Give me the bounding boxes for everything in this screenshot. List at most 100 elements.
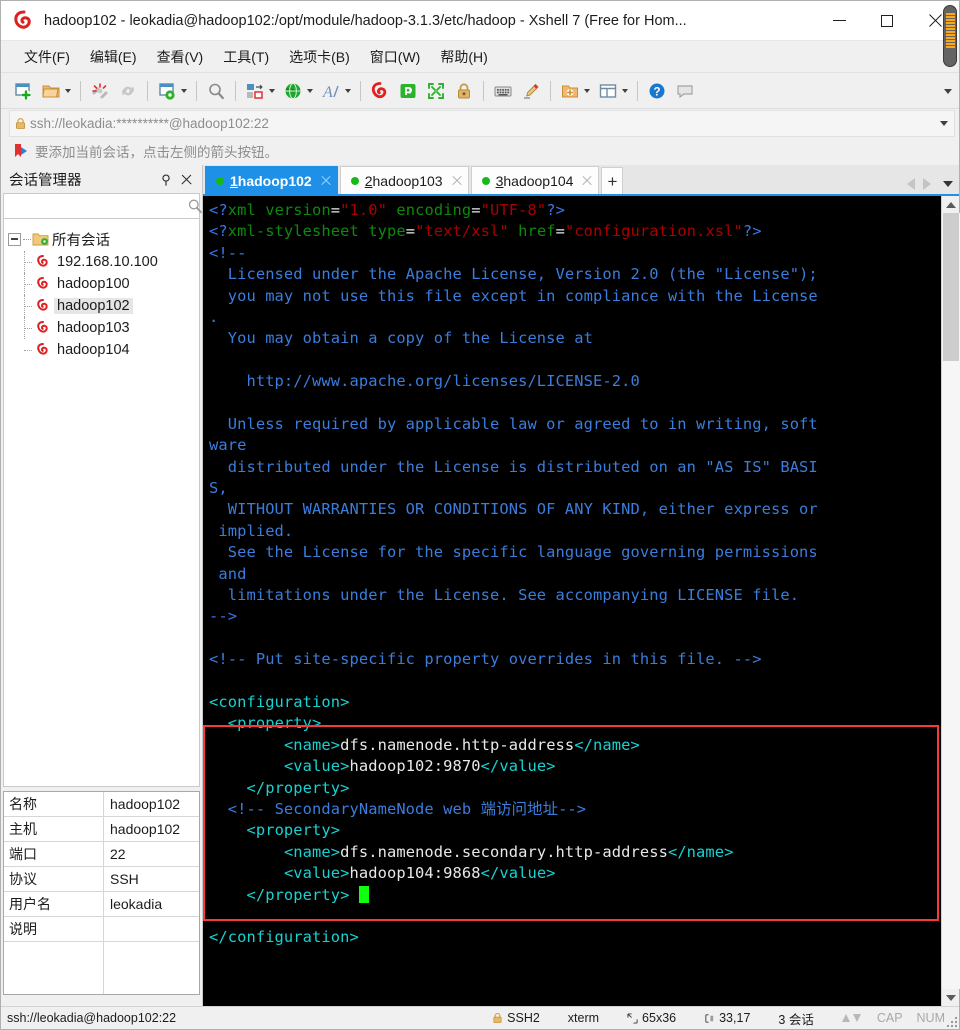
collapse-icon[interactable] [8, 232, 21, 246]
close-tab-icon[interactable] [452, 176, 462, 186]
terminal-screen[interactable]: <?xml version="1.0" encoding="UTF-8"?> <?… [203, 196, 941, 1006]
toolbar-disconnect[interactable] [86, 76, 114, 106]
chevron-down-icon[interactable] [267, 79, 277, 103]
toolbar-add-to-folder[interactable] [556, 76, 594, 106]
status-size: 65x36 [627, 1011, 676, 1025]
toolbar-find[interactable] [202, 76, 230, 106]
menu-tools[interactable]: 工具(T) [214, 43, 278, 71]
terminal-text: "text/xsl" [415, 222, 509, 241]
property-value: SSH [110, 871, 139, 887]
terminal-scrollbar[interactable] [941, 196, 960, 1006]
tab-hadoop103[interactable]: 2 hadoop103 [339, 166, 469, 194]
session-search-box[interactable] [3, 193, 203, 219]
table-row: 协议 SSH [4, 867, 199, 892]
status-caps-lock: CAP [876, 1011, 903, 1025]
toolbar-highlight[interactable] [517, 76, 545, 106]
maximize-button[interactable] [863, 1, 911, 41]
chevron-down-icon[interactable] [582, 79, 592, 103]
toolbar-session-properties[interactable] [153, 76, 191, 106]
session-item-0[interactable]: 192.168.10.100 [4, 251, 199, 273]
close-tab-icon[interactable] [321, 176, 331, 186]
chevron-down-icon[interactable] [934, 121, 954, 126]
scroll-down-icon[interactable] [942, 989, 960, 1006]
terminal-text: = [471, 201, 481, 219]
chevron-down-icon[interactable] [343, 79, 353, 103]
chevron-down-icon[interactable] [179, 79, 189, 103]
terminal-line: WITHOUT WARRANTIES OR CONDITIONS OF ANY … [209, 499, 941, 520]
search-icon[interactable] [187, 198, 203, 214]
menu-view[interactable]: 查看(V) [148, 43, 213, 71]
terminal-line: <name>dfs.namenode.http-address</name> [209, 735, 941, 756]
toolbar-transfer[interactable] [241, 76, 279, 106]
address-bar[interactable]: ssh://leokadia:**********@hadoop102:22 [9, 110, 955, 137]
tab-hadoop104[interactable]: 3 hadoop104 [470, 166, 600, 194]
scrollbar-thumb[interactable] [942, 213, 959, 361]
transfer-layout-icon [243, 79, 267, 103]
toolbar-split-layout[interactable] [594, 76, 632, 106]
session-icon [34, 276, 51, 293]
session-label: hadoop103 [57, 320, 130, 336]
toolbar-open-session[interactable] [37, 76, 75, 106]
chevron-down-icon[interactable] [63, 79, 73, 103]
address-value[interactable]: ssh://leokadia:**********@hadoop102:22 [30, 116, 934, 131]
session-icon [34, 298, 51, 315]
window-controls [815, 1, 959, 41]
terminal-line: ware [209, 435, 941, 456]
tab-prev-icon[interactable] [907, 178, 915, 190]
menu-window[interactable]: 窗口(W) [361, 43, 430, 71]
terminal-text: <value> [283, 757, 350, 776]
toolbar-help[interactable]: ? [643, 76, 671, 106]
menu-tab[interactable]: 选项卡(B) [280, 43, 359, 71]
session-item-3[interactable]: hadoop103 [4, 317, 199, 339]
session-item-1[interactable]: hadoop100 [4, 273, 199, 295]
session-item-4[interactable]: hadoop104 [4, 339, 199, 361]
resize-grip[interactable] [945, 1015, 957, 1027]
scroll-up-icon[interactable] [942, 196, 960, 213]
terminal-text: <name> [283, 735, 341, 754]
close-panel-button[interactable] [176, 169, 196, 189]
terminal-line: </property> [209, 885, 941, 906]
toolbar-xshell[interactable] [366, 76, 394, 106]
tree-root-all-sessions[interactable]: 所有会话 [4, 227, 199, 251]
terminal-text: hadoop102:9870 [349, 757, 481, 776]
toolbar-comment[interactable] [671, 76, 699, 106]
chevron-down-icon[interactable] [305, 79, 315, 103]
pin-panel-button[interactable]: ⚲ [156, 169, 176, 189]
toolbar-separator [550, 80, 551, 101]
toolbar-overflow-button[interactable] [941, 73, 955, 109]
new-tab-button[interactable]: + [601, 167, 624, 194]
terminal-text: </value> [480, 864, 556, 883]
toolbar-separator [80, 80, 81, 101]
toolbar-keyboard[interactable] [489, 76, 517, 106]
window-title: hadoop102 - leokadia@hadoop102:/opt/modu… [44, 12, 687, 29]
menu-help[interactable]: 帮助(H) [431, 43, 496, 71]
minimize-button[interactable] [815, 1, 863, 41]
toolbar-fullscreen[interactable] [422, 76, 450, 106]
tab-next-icon[interactable] [923, 178, 931, 190]
edge-slider-ornament[interactable] [943, 5, 957, 67]
status-dot-icon [481, 176, 490, 185]
terminal-line: <!-- SecondaryNameNode web 端访问地址--> [209, 799, 941, 820]
scrollbar-track[interactable] [941, 213, 960, 989]
chevron-down-icon[interactable] [620, 79, 630, 103]
toolbar-lock[interactable] [450, 76, 478, 106]
toolbar-xftp[interactable] [394, 76, 422, 106]
table-row: 名称 hadoop102 [4, 792, 199, 817]
terminal-area: <?xml version="1.0" encoding="UTF-8"?> <?… [203, 194, 960, 1006]
toolbar-font[interactable]: A [317, 76, 355, 106]
toolbar-reconnect[interactable] [114, 76, 142, 106]
upload-arrow-icon [841, 1014, 850, 1022]
session-icon [34, 254, 51, 271]
tab-hadoop102[interactable]: 1 hadoop102 [205, 166, 338, 194]
close-tab-icon[interactable] [582, 176, 592, 186]
tab-list-icon[interactable] [943, 181, 953, 187]
toolbar-new-session[interactable] [9, 76, 37, 106]
toolbar-web[interactable] [279, 76, 317, 106]
menu-edit[interactable]: 编辑(E) [81, 43, 146, 71]
search-input[interactable] [4, 195, 187, 217]
menu-file[interactable]: 文件(F) [15, 43, 79, 71]
xshell-window: hadoop102 - leokadia@hadoop102:/opt/modu… [0, 0, 960, 1030]
session-item-2[interactable]: hadoop102 [4, 295, 199, 317]
table-row: 说明 [4, 917, 199, 942]
